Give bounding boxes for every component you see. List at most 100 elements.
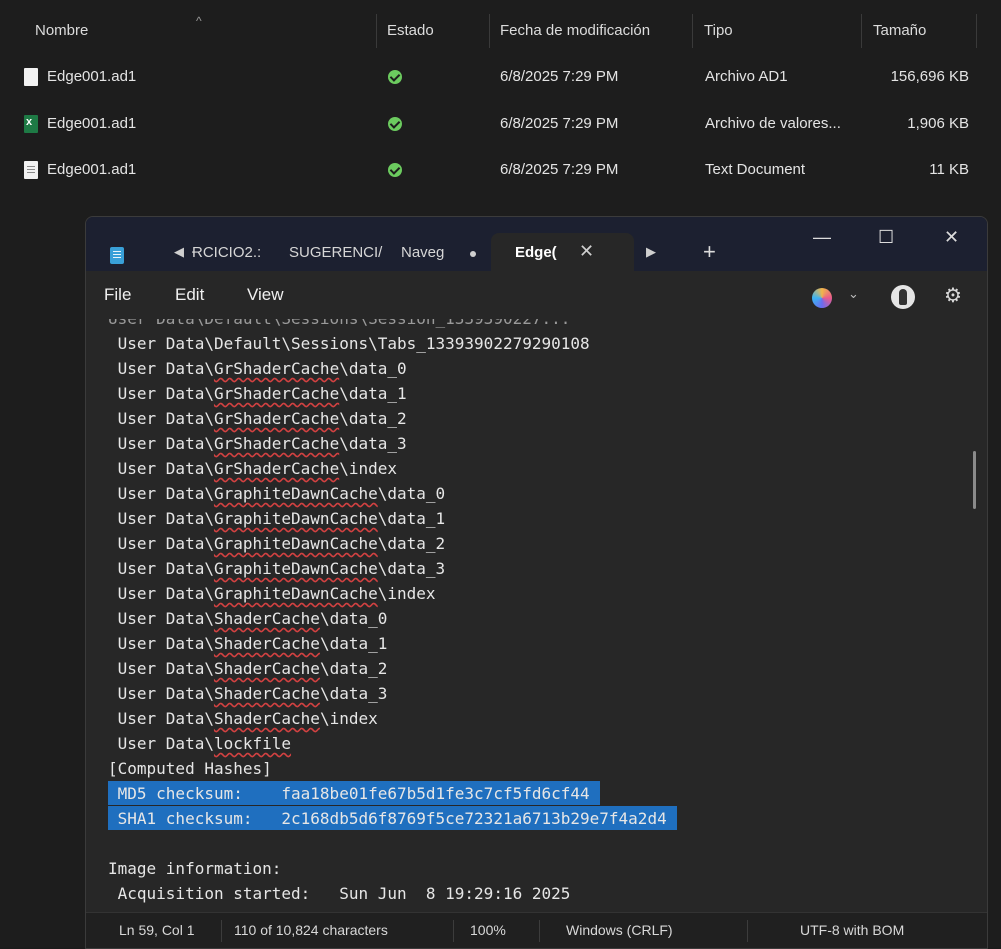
file-row[interactable]: Edge001.ad1 6/8/2025 7:29 PM Archivo AD1…	[0, 57, 1001, 97]
text-line: User Data\ShaderCache\data_3	[108, 684, 388, 703]
text-line: Acquisition started: Sun Jun 8 19:29:16 …	[108, 884, 571, 903]
sort-up-icon: ^	[196, 14, 202, 28]
spellcheck-underline: ShaderCache	[213, 609, 320, 628]
tab-ejercicio[interactable]: ɌCICIO2.:	[192, 244, 261, 261]
status-divider	[539, 920, 540, 942]
text-editor[interactable]: User Data\Default\Sessions\Session_13393…	[86, 319, 987, 912]
text-line: User Data\GrShaderCache\data_2	[108, 409, 407, 428]
notepad-window: ◀ ɌCICIO2.: SUGERENCI/ Naveg Edge( ✕ ▶ +…	[85, 216, 988, 949]
maximize-icon[interactable]: ☐	[878, 227, 894, 248]
column-divider[interactable]	[692, 14, 693, 48]
line-ending[interactable]: Windows (CRLF)	[566, 922, 673, 938]
file-size: 156,696 KB	[890, 68, 969, 85]
text-line: User Data\Default\Sessions\Tabs_13393902…	[108, 334, 590, 353]
text-line: User Data\GraphiteDawnCache\index	[108, 584, 436, 603]
text-line: User Data\GraphiteDawnCache\data_1	[108, 509, 446, 528]
synced-check-icon	[388, 163, 402, 177]
column-header: Nombre ^ Estado Fecha de modificación Ti…	[0, 10, 1001, 52]
text-line: User Data\GrShaderCache\index	[108, 459, 397, 478]
spellcheck-underline: GrShaderCache	[213, 409, 340, 428]
text-line: User Data\ShaderCache\index	[108, 709, 378, 728]
active-tab-label: Edge(	[515, 244, 557, 261]
spellcheck-underline: ShaderCache	[213, 709, 320, 728]
tab-navegacion[interactable]: Naveg	[401, 244, 444, 261]
text-line: [Computed Hashes]	[108, 759, 272, 778]
column-divider[interactable]	[489, 14, 490, 48]
encoding[interactable]: UTF-8 with BOM	[800, 922, 904, 938]
partial-line: User Data\Default\Sessions\Session_13393…	[108, 319, 570, 331]
file-name: Edge001.ad1	[47, 68, 137, 85]
menu-view[interactable]: View	[247, 285, 284, 305]
text-line: User Data\ShaderCache\data_1	[108, 634, 388, 653]
text-document-icon	[24, 161, 38, 179]
text-line: User Data\GraphiteDawnCache\data_3	[108, 559, 446, 578]
text-line: User Data\GraphiteDawnCache\data_0	[108, 484, 446, 503]
file-type: Archivo AD1	[705, 68, 788, 85]
file-icon	[24, 68, 38, 86]
close-tab-icon[interactable]: ✕	[579, 241, 594, 262]
account-avatar-icon[interactable]	[891, 285, 915, 309]
text-line: User Data\GrShaderCache\data_1	[108, 384, 407, 403]
spellcheck-underline: ShaderCache	[213, 684, 320, 703]
zoom-level[interactable]: 100%	[470, 922, 506, 938]
synced-check-icon	[388, 70, 402, 84]
copilot-icon[interactable]	[812, 288, 832, 308]
close-window-icon[interactable]: ✕	[944, 227, 959, 248]
file-size: 1,906 KB	[907, 115, 969, 132]
vertical-scrollbar[interactable]	[973, 451, 976, 509]
chevron-down-icon[interactable]: ⌄	[848, 286, 859, 302]
file-name: Edge001.ad1	[47, 161, 137, 178]
status-divider	[453, 920, 454, 942]
status-divider	[221, 920, 222, 942]
column-status[interactable]: Estado	[387, 10, 434, 52]
file-date: 6/8/2025 7:29 PM	[500, 115, 619, 132]
text-line: User Data\lockfile	[108, 734, 292, 753]
file-date: 6/8/2025 7:29 PM	[500, 68, 619, 85]
column-divider[interactable]	[376, 14, 377, 48]
text-line: Image information:	[108, 859, 282, 878]
excel-csv-icon	[24, 115, 38, 133]
notepad-app-icon	[110, 247, 124, 264]
column-name[interactable]: Nombre	[35, 10, 88, 52]
text-line: User Data\ShaderCache\data_0	[108, 609, 388, 628]
spellcheck-underline: GrShaderCache	[213, 359, 340, 378]
column-divider[interactable]	[976, 14, 977, 48]
cursor-position: Ln 59, Col 1	[119, 922, 195, 938]
spellcheck-underline: GraphiteDawnCache	[213, 559, 378, 578]
new-tab-plus-icon[interactable]: +	[703, 239, 716, 265]
text-line: User Data\GraphiteDawnCache\data_2	[108, 534, 446, 553]
spellcheck-underline: GrShaderCache	[213, 384, 340, 403]
scroll-tabs-right-icon[interactable]: ▶	[646, 244, 656, 260]
spellcheck-underline: GraphiteDawnCache	[213, 534, 378, 553]
menu-edit[interactable]: Edit	[175, 285, 204, 305]
title-bar[interactable]: ◀ ɌCICIO2.: SUGERENCI/ Naveg Edge( ✕ ▶ +…	[86, 217, 987, 271]
file-row[interactable]: Edge001.ad1 6/8/2025 7:29 PM Archivo de …	[0, 104, 1001, 144]
column-date-modified[interactable]: Fecha de modificación	[500, 10, 650, 52]
minimize-icon[interactable]: —	[813, 227, 831, 248]
hash-line: MD5 checksum: faa18be01fe67b5d1fe3c7cf5f…	[108, 784, 590, 803]
text-line: User Data\GrShaderCache\data_3	[108, 434, 407, 453]
menu-file[interactable]: File	[104, 285, 131, 305]
column-type[interactable]: Tipo	[704, 10, 733, 52]
file-row[interactable]: Edge001.ad1 6/8/2025 7:29 PM Text Docume…	[0, 150, 1001, 190]
text-line: User Data\ShaderCache\data_2	[108, 659, 388, 678]
scroll-tabs-left-icon[interactable]: ◀	[174, 244, 184, 260]
spellcheck-underline: GraphiteDawnCache	[213, 484, 378, 503]
spellcheck-underline: ShaderCache	[213, 634, 320, 653]
column-size[interactable]: Tamaño	[873, 10, 926, 52]
tab-edge-active[interactable]: Edge( ✕	[491, 233, 634, 271]
file-type: Text Document	[705, 161, 806, 178]
column-divider[interactable]	[861, 14, 862, 48]
status-divider	[747, 920, 748, 942]
status-bar: Ln 59, Col 1 110 of 10,824 characters 10…	[86, 912, 987, 948]
menu-bar: File Edit View ⌄ ⚙	[86, 271, 987, 319]
settings-gear-icon[interactable]: ⚙	[944, 283, 962, 308]
spellcheck-underline: GrShaderCache	[213, 434, 340, 453]
file-name: Edge001.ad1	[47, 115, 137, 132]
spellcheck-underline: lockfile	[213, 734, 292, 753]
file-date: 6/8/2025 7:29 PM	[500, 161, 619, 178]
unsaved-dot-icon	[470, 251, 476, 257]
hash-line: SHA1 checksum: 2c168db5d6f8769f5ce72321a…	[108, 809, 667, 828]
tab-sugerencia[interactable]: SUGERENCI/	[289, 244, 382, 261]
spellcheck-underline: GraphiteDawnCache	[213, 509, 378, 528]
